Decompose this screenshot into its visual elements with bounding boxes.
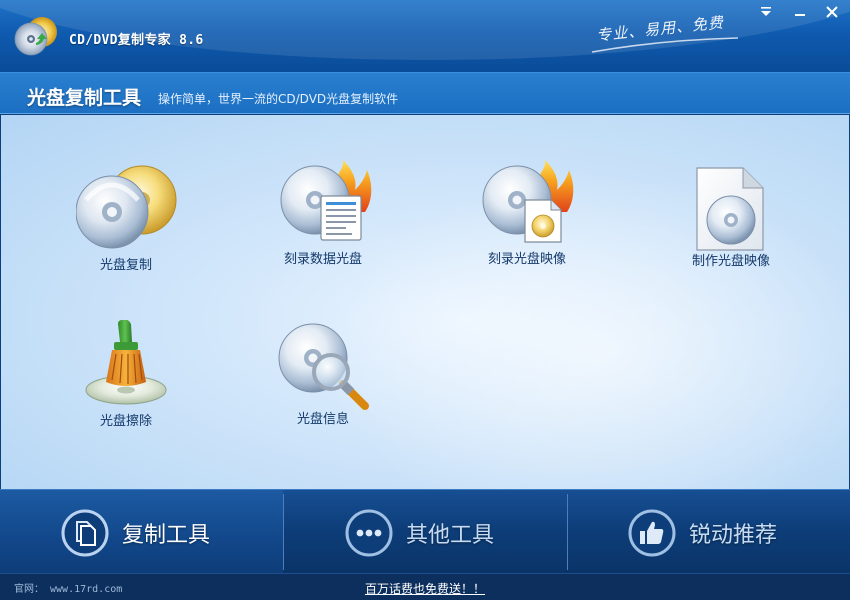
tab-copy-tools[interactable]: 复制工具 [0, 490, 283, 574]
tool-label: 光盘信息 [296, 412, 349, 427]
copy-tools-icon [61, 509, 109, 557]
more-tools-icon [345, 509, 393, 557]
tab-label: 锐动推荐 [689, 523, 778, 548]
tab-label: 复制工具 [122, 523, 211, 548]
slogan-swoosh [591, 37, 739, 53]
tool-label: 光盘擦除 [99, 414, 152, 429]
burn-data-disc-icon [280, 160, 372, 241]
minimize-button[interactable] [786, 2, 814, 22]
tab-label: 其他工具 [406, 523, 495, 548]
menu-button[interactable] [752, 2, 780, 22]
close-button[interactable] [818, 2, 846, 22]
tool-label: 刻录光盘映像 [487, 252, 566, 267]
create-disc-image-icon [696, 167, 764, 251]
tool-disc-info[interactable]: 光盘信息 [243, 320, 403, 460]
promo-link[interactable]: 百万话费也免费送！！ [0, 580, 850, 597]
minimize-icon [795, 14, 805, 16]
tool-disc-copy[interactable]: 光盘复制 [46, 160, 206, 300]
tools-panel: 光盘复制 刻录数据光盘 刻录光盘映像 制作光盘映像 光盘擦除 光盘信息 [1, 115, 849, 489]
tab-other-tools[interactable]: 其他工具 [284, 490, 567, 574]
tab-recommend[interactable]: 锐动推荐 [567, 490, 850, 574]
chevron-down-icon [761, 7, 771, 16]
tool-label: 光盘复制 [99, 258, 152, 273]
thumbs-up-icon [628, 509, 676, 557]
section-subtitle: 操作简单，世界一流的CD/DVD光盘复制软件 [158, 92, 399, 106]
disc-copy-icon [76, 165, 177, 249]
tool-disc-erase[interactable]: 光盘擦除 [46, 320, 206, 460]
burn-disc-image-icon [482, 160, 574, 243]
section-header: 光盘复制工具 操作简单，世界一流的CD/DVD光盘复制软件 [0, 72, 850, 114]
tool-label: 制作光盘映像 [691, 254, 770, 269]
disc-info-icon [278, 323, 369, 410]
tool-burn-data-disc[interactable]: 刻录数据光盘 [243, 160, 403, 300]
status-bar: 官网： www.17rd.com 百万话费也免费送！！ [0, 573, 850, 600]
app-logo-icon [14, 17, 57, 56]
bottom-nav: 复制工具 其他工具 锐动推荐 [0, 489, 850, 574]
title-bar: CD/DVD复制专家 8.6 专业、易用、免费 [0, 0, 850, 72]
tool-create-disc-image[interactable]: 制作光盘映像 [651, 160, 811, 300]
app-title: CD/DVD复制专家 8.6 [69, 33, 204, 48]
close-icon [826, 6, 838, 18]
tool-label: 刻录数据光盘 [283, 252, 362, 267]
tool-burn-disc-image[interactable]: 刻录光盘映像 [447, 160, 607, 300]
disc-erase-icon [85, 320, 167, 405]
section-title: 光盘复制工具 [27, 87, 142, 109]
